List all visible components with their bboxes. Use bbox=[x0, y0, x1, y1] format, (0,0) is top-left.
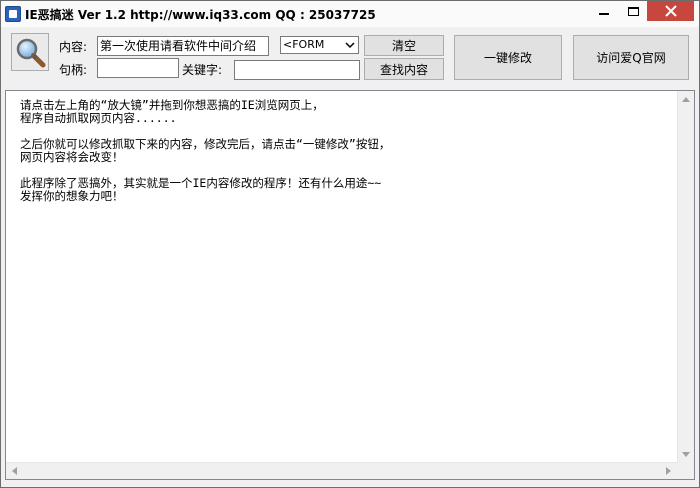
toolbar: 内容: 第一次使用请看软件中间介绍 句柄: 关键字: <FORM 清空 查找内容… bbox=[1, 27, 699, 89]
keyword-input[interactable] bbox=[234, 60, 360, 80]
text-line: 程序自动抓取网页内容...... bbox=[20, 111, 177, 125]
tag-select-value: <FORM bbox=[283, 38, 325, 51]
chevron-left-icon bbox=[12, 467, 17, 475]
handle-label: 句柄: bbox=[59, 63, 88, 77]
paragraph: 此程序除了恶搞外，其实就是一个IE内容修改的程序！还有什么用途~~ 发挥你的想象… bbox=[20, 177, 670, 203]
close-button[interactable] bbox=[647, 1, 694, 21]
scroll-down-button[interactable] bbox=[678, 446, 694, 463]
text-line: 网页内容将会改变！ bbox=[20, 150, 124, 164]
scrollbar-corner bbox=[677, 462, 694, 479]
content-input[interactable]: 第一次使用请看软件中间介绍 bbox=[97, 36, 269, 56]
vertical-scrollbar[interactable] bbox=[677, 91, 694, 463]
scroll-left-button[interactable] bbox=[6, 463, 23, 479]
minimize-button[interactable] bbox=[589, 1, 619, 21]
find-content-button[interactable]: 查找内容 bbox=[364, 58, 444, 80]
keyword-label: 关键字: bbox=[182, 63, 223, 77]
chevron-down-icon bbox=[682, 452, 690, 457]
maximize-button[interactable] bbox=[620, 1, 646, 21]
horizontal-scrollbar[interactable] bbox=[6, 462, 677, 479]
app-window: IE恶搞迷 Ver 1.2 http://www.iq33.com QQ : 2… bbox=[0, 0, 700, 488]
chevron-right-icon bbox=[666, 467, 671, 475]
chevron-up-icon bbox=[682, 97, 690, 102]
scroll-right-button[interactable] bbox=[660, 463, 677, 479]
one-key-modify-button[interactable]: 一键修改 bbox=[454, 35, 562, 80]
maximize-icon bbox=[627, 6, 639, 16]
clear-button[interactable]: 清空 bbox=[364, 35, 444, 56]
close-icon bbox=[664, 5, 677, 17]
magnifier-icon bbox=[16, 38, 46, 68]
scroll-up-button[interactable] bbox=[678, 91, 694, 108]
content-label: 内容: bbox=[59, 40, 88, 54]
app-icon bbox=[5, 6, 21, 22]
paragraph: 请点击左上角的“放大镜”并拖到你想恶搞的IE浏览网页上， 程序自动抓取网页内容.… bbox=[20, 99, 670, 125]
content-text: 请点击左上角的“放大镜”并拖到你想恶搞的IE浏览网页上， 程序自动抓取网页内容.… bbox=[20, 99, 670, 216]
tag-select[interactable]: <FORM bbox=[280, 36, 359, 54]
visit-website-button[interactable]: 访问爱Q官网 bbox=[573, 35, 689, 80]
minimize-icon bbox=[599, 13, 609, 15]
text-line: 发挥你的想象力吧！ bbox=[20, 189, 124, 203]
chevron-down-icon bbox=[345, 42, 355, 49]
magnifier-drag-button[interactable] bbox=[11, 33, 49, 71]
paragraph: 之后你就可以修改抓取下来的内容，修改完后，请点击“一键修改”按钮， 网页内容将会… bbox=[20, 138, 670, 164]
title-bar[interactable]: IE恶搞迷 Ver 1.2 http://www.iq33.com QQ : 2… bbox=[1, 1, 699, 27]
content-textarea[interactable]: 请点击左上角的“放大镜”并拖到你想恶搞的IE浏览网页上， 程序自动抓取网页内容.… bbox=[5, 90, 695, 480]
handle-input[interactable] bbox=[97, 58, 179, 78]
window-title: IE恶搞迷 Ver 1.2 http://www.iq33.com QQ : 2… bbox=[25, 8, 376, 22]
